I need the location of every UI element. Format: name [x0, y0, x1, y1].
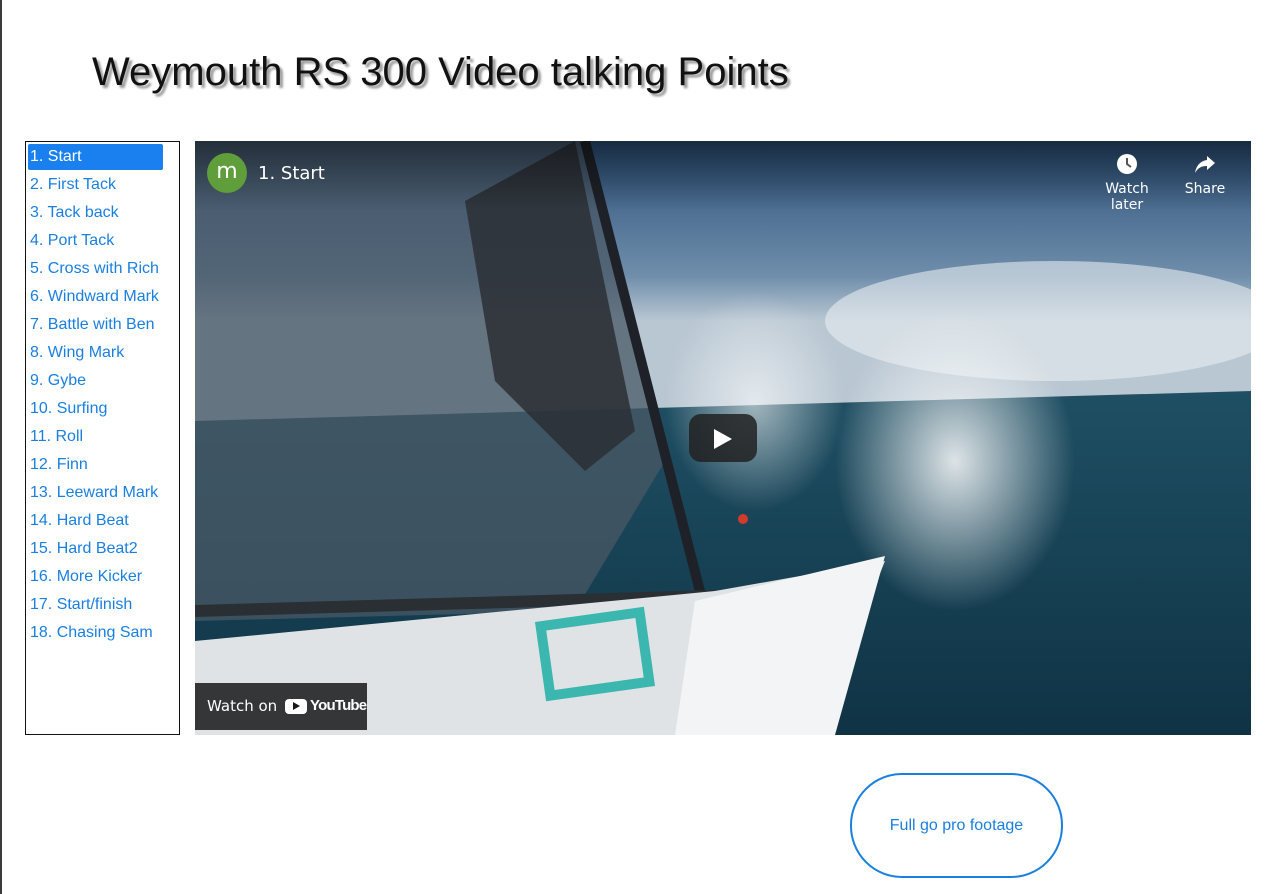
youtube-wordmark: YouTube: [310, 697, 367, 714]
playlist-item[interactable]: 17. Start/finish: [28, 592, 163, 618]
playlist-item[interactable]: 5. Cross with Rich: [28, 256, 163, 282]
video-title[interactable]: 1. Start: [258, 163, 325, 184]
playlist-item[interactable]: 18. Chasing Sam: [28, 620, 163, 646]
watch-later-label: Watch later: [1105, 181, 1149, 213]
watch-on-youtube-button[interactable]: Watch on YouTube: [195, 683, 367, 730]
playlist-item[interactable]: 7. Battle with Ben: [28, 312, 163, 338]
playlist-item[interactable]: 16. More Kicker: [28, 564, 163, 590]
full-footage-button[interactable]: Full go pro footage: [850, 773, 1063, 878]
page-title: Weymouth RS 300 Video talking Points: [92, 50, 789, 94]
playlist-panel: 1. Start 2. First Tack 3. Tack back 4. Port…: [25, 141, 180, 735]
playlist-item[interactable]: 6. Windward Mark: [28, 284, 163, 310]
playlist-item[interactable]: 3. Tack back: [28, 200, 163, 226]
video-player[interactable]: m 1. Start Watch later Share Watch on Yo…: [195, 141, 1251, 735]
playlist-item[interactable]: 12. Finn: [28, 452, 163, 478]
share-label: Share: [1184, 181, 1226, 197]
playlist-item[interactable]: 14. Hard Beat: [28, 508, 163, 534]
watch-on-label: Watch on: [207, 697, 278, 715]
playlist-item[interactable]: 1. Start: [28, 144, 163, 170]
playlist-item[interactable]: 13. Leeward Mark: [28, 480, 163, 506]
playlist-item[interactable]: 15. Hard Beat2: [28, 536, 163, 562]
channel-avatar[interactable]: m: [207, 153, 247, 193]
playlist-item[interactable]: 4. Port Tack: [28, 228, 163, 254]
window-edge: [0, 0, 2, 894]
clock-icon: [1117, 154, 1137, 174]
watch-later-button[interactable]: Watch later: [1087, 153, 1167, 213]
play-icon: [714, 429, 732, 449]
playlist-item[interactable]: 2. First Tack: [28, 172, 163, 198]
playlist-item[interactable]: 11. Roll: [28, 424, 163, 450]
playlist-item[interactable]: 10. Surfing: [28, 396, 163, 422]
playlist-list: 1. Start 2. First Tack 3. Tack back 4. Port…: [26, 142, 179, 646]
share-arrow-icon: [1195, 156, 1215, 173]
playlist-item[interactable]: 9. Gybe: [28, 368, 163, 394]
play-button[interactable]: [689, 414, 757, 462]
share-button[interactable]: Share: [1180, 153, 1230, 197]
playlist-item[interactable]: 8. Wing Mark: [28, 340, 163, 366]
